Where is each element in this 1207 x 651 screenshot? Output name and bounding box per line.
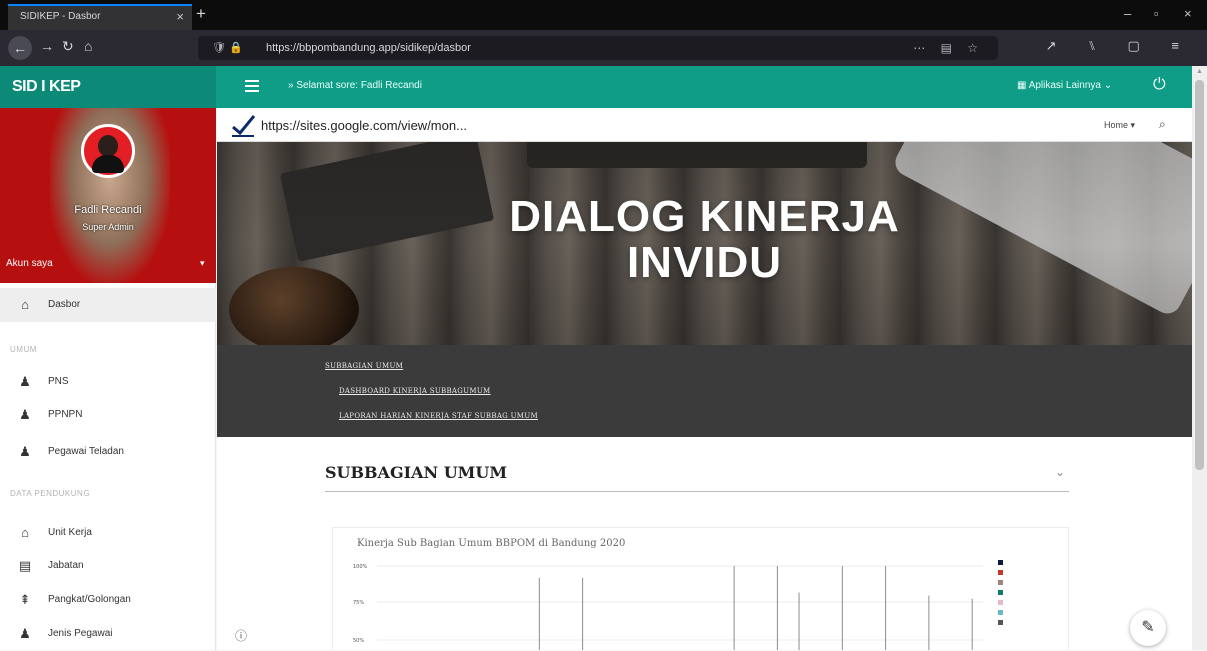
chart-tick-label: 75% <box>353 600 364 606</box>
link-laporan-harian[interactable]: LAPORAN HARIAN KINERJA STAF SUBBAG UMUM <box>339 412 538 420</box>
chevron-down-icon[interactable]: ⌄ <box>1055 465 1065 479</box>
scroll-up-arrow-icon[interactable]: ▲ <box>1196 68 1203 75</box>
sidebar-item-label: Jabatan <box>48 560 84 571</box>
avatar-head <box>98 135 118 157</box>
sidebar-item-ppnpn[interactable]: ♟ PPNPN <box>0 398 216 432</box>
chart-legend-swatch <box>998 620 1003 625</box>
chart-legend-swatch <box>998 600 1003 605</box>
home-icon[interactable]: ⌂ <box>84 38 92 54</box>
sidebar-item-label: Unit Kerja <box>48 527 92 538</box>
chart-plot: 100% 75% 50% <box>353 560 1003 650</box>
sidebar-item-pegawai-teladan[interactable]: ♟ Pegawai Teladan <box>0 435 216 469</box>
checkmark-logo-icon[interactable] <box>231 114 257 138</box>
hero-title-line2: INVIDU <box>626 238 783 287</box>
power-icon[interactable]: ⏻ <box>1153 76 1166 94</box>
sidebar-item-label: PNS <box>48 376 69 387</box>
user-icon: ♟ <box>19 374 31 389</box>
brand-logo[interactable]: SID I KEP <box>12 78 81 96</box>
chart-legend-swatch <box>998 560 1003 565</box>
sidebar-item-pangkat-golongan[interactable]: ⇞ Pangkat/Golongan <box>0 583 216 617</box>
site-url[interactable]: https://sites.google.com/view/mon... <box>261 118 467 133</box>
chart-legend-swatch <box>998 570 1003 575</box>
site-subnav: SUBBAGIAN UMUM DASHBOARD KINERJA SUBBAGU… <box>217 345 1192 437</box>
chart-card: Kinerja Sub Bagian Umum BBPOM di Bandung… <box>332 527 1069 650</box>
caret-down-icon[interactable]: ▾ <box>200 258 205 269</box>
chart-legend-swatch <box>998 590 1003 595</box>
browser-tab-bar: SIDIKEP - Dasbor × + – ▫ × <box>0 0 1207 30</box>
address-url: https://bbpombandung.app/sidikep/dasbor <box>266 42 471 54</box>
sidebar: Fadli Recandi Super Admin Akun saya ▾ ⌂ … <box>0 108 216 650</box>
minimize-window-button[interactable]: – <box>1124 6 1131 21</box>
link-dashboard-kinerja[interactable]: DASHBOARD KINERJA SUBBAGUMUM <box>339 387 491 395</box>
other-apps-label: Aplikasi Lainnya <box>1028 80 1101 91</box>
avatar-body <box>92 155 124 173</box>
back-arrow-icon[interactable]: ← <box>8 36 32 60</box>
card-icon: ▤ <box>18 558 32 573</box>
address-bar[interactable]: 🛡 🔒 https://bbpombandung.app/sidikep/das… <box>198 36 998 60</box>
rank-icon: ⇞ <box>19 592 31 607</box>
hero-title-line1: DIALOG KINERJA <box>509 192 900 241</box>
profile-role: Super Admin <box>82 222 134 232</box>
edit-pencil-icon[interactable]: ✎ <box>1130 610 1166 646</box>
brand-area: SID I KEP <box>0 66 216 108</box>
sidebar-item-pns[interactable]: ♟ PNS <box>0 365 216 399</box>
page-body: SUBBAGIAN UMUM ⌄ Kinerja Sub Bagian Umum… <box>217 437 1192 650</box>
chevron-down-icon: ▾ <box>1128 120 1136 130</box>
lock-icon: 🛡 🔒 <box>212 42 243 54</box>
sidebar-item-label: Pangkat/Golongan <box>48 594 131 605</box>
section-title: SUBBAGIAN UMUM <box>325 463 508 482</box>
embedded-site: https://sites.google.com/view/mon... Hom… <box>217 108 1192 650</box>
site-header: https://sites.google.com/view/mon... Hom… <box>217 108 1192 142</box>
link-subbagian-umum[interactable]: SUBBAGIAN UMUM <box>325 362 403 370</box>
sidebar-item-jenis-pegawai[interactable]: ♟ Jenis Pegawai <box>0 617 216 651</box>
section-divider <box>325 491 1069 492</box>
sidebar-item-jabatan[interactable]: ▤ Jabatan <box>0 549 216 583</box>
forward-arrow-icon[interactable]: → <box>40 38 54 54</box>
sidebar-item-unit-kerja[interactable]: ⌂ Unit Kerja <box>0 516 216 550</box>
other-apps-menu[interactable]: ▦ Aplikasi Lainnya ⌄ <box>1017 80 1112 91</box>
home-icon: ⌂ <box>21 297 29 312</box>
sidebar-item-dasbor[interactable]: ⌂ Dasbor <box>0 288 216 322</box>
hero-banner: DIALOG KINERJA INVIDU <box>217 142 1192 345</box>
sidebar-item-label: Dasbor <box>48 299 81 310</box>
site-home-menu[interactable]: Home ▾ <box>1104 120 1135 131</box>
sidebar-item-label: Jenis Pegawai <box>48 628 113 639</box>
profile-card: Fadli Recandi Super Admin Akun saya ▾ <box>0 108 216 283</box>
info-icon[interactable]: ⓘ <box>235 627 247 644</box>
greeting-text: Selamat sore: Fadli Recandi <box>288 80 422 91</box>
scrollbar-thumb[interactable] <box>1195 80 1204 470</box>
chart-tick-label: 100% <box>353 564 368 570</box>
grid-icon: ▦ <box>1017 80 1029 91</box>
menu-toggle-icon[interactable] <box>245 80 259 92</box>
close-tab-icon[interactable]: × <box>176 6 184 28</box>
browser-extensions-icons[interactable]: ↗ ⑊ ▢ ≡ <box>1046 38 1193 54</box>
section-header-data-pendukung: DATA PENDUKUNG <box>10 489 91 498</box>
tab-title: SIDIKEP - Dasbor <box>20 11 101 22</box>
chart-legend-swatch <box>998 580 1003 585</box>
sidebar-item-label: Pegawai Teladan <box>48 446 124 457</box>
page-actions-icon[interactable]: ⋯ ▤ ☆ <box>913 36 984 60</box>
users-icon: ♟ <box>19 444 31 459</box>
chevron-down-icon: ⌄ <box>1100 80 1113 91</box>
chart-tick-label: 50% <box>353 638 364 644</box>
reload-icon[interactable]: ↻ <box>62 38 74 55</box>
site-home-label: Home <box>1104 120 1129 130</box>
search-icon[interactable]: ⌕ <box>1159 117 1166 132</box>
section-header-umum: UMUM <box>10 345 37 354</box>
avatar[interactable] <box>81 124 135 178</box>
sidebar-item-label: PPNPN <box>48 409 83 420</box>
user-tag-icon: ♟ <box>19 626 31 641</box>
browser-toolbar: ← → ↻ ⌂ 🛡 🔒 https://bbpombandung.app/sid… <box>0 30 1207 66</box>
app-header: SID I KEP Selamat sore: Fadli Recandi ▦ … <box>0 66 1192 108</box>
restore-window-button[interactable]: ▫ <box>1154 6 1159 21</box>
browser-tab[interactable]: SIDIKEP - Dasbor × <box>8 4 192 30</box>
close-window-button[interactable]: × <box>1184 6 1192 21</box>
chart-legend-swatch <box>998 610 1003 615</box>
new-tab-button[interactable]: + <box>196 5 206 23</box>
profile-name: Fadli Recandi <box>74 204 142 216</box>
user-icon: ♟ <box>19 407 31 422</box>
account-menu[interactable]: Akun saya <box>6 258 53 269</box>
building-icon: ⌂ <box>21 525 29 540</box>
hero-title: DIALOG KINERJA INVIDU <box>217 194 1192 286</box>
